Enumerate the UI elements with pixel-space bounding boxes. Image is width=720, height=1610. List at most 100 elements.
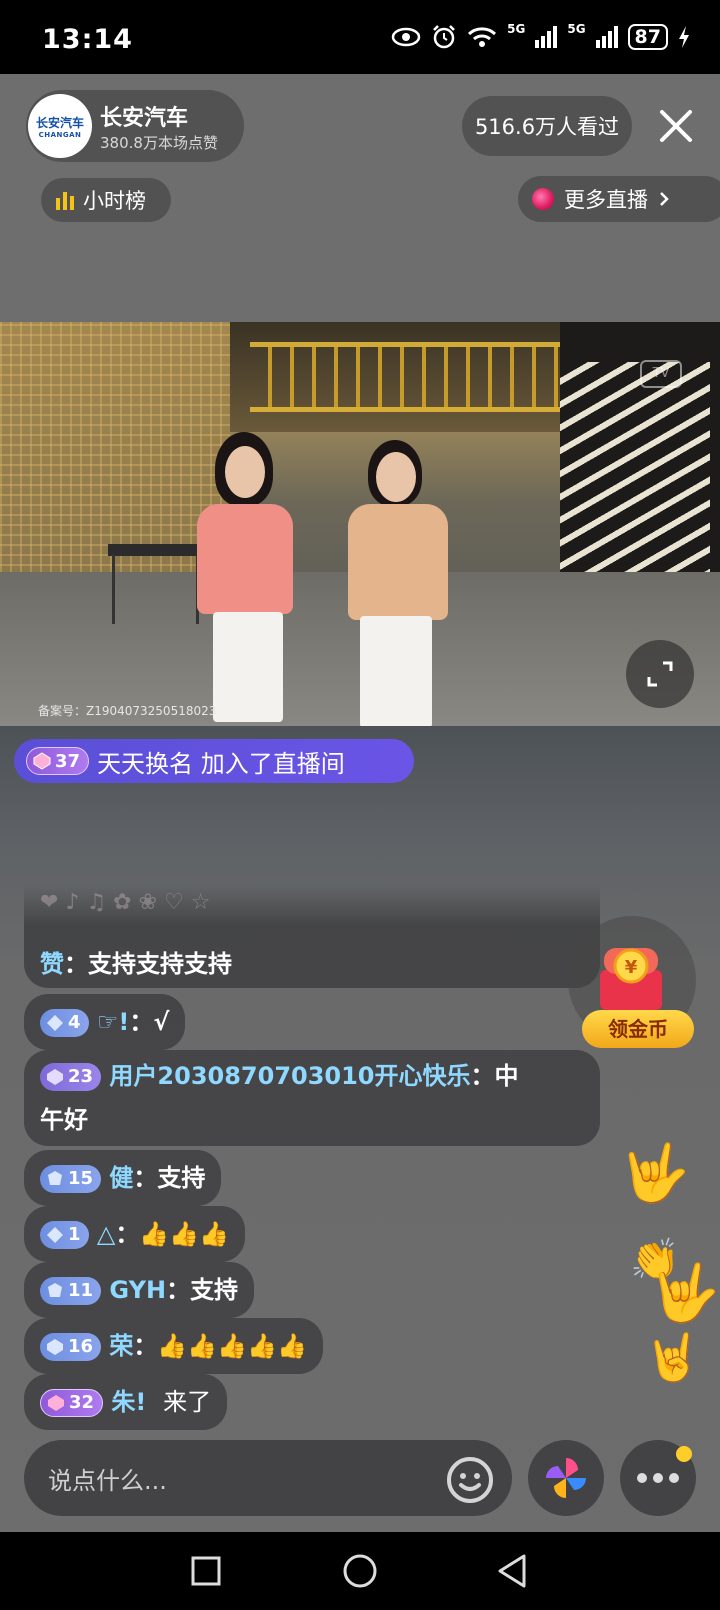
live-icon — [532, 188, 554, 210]
video-table-leg — [112, 554, 115, 624]
level-number: 4 — [68, 1012, 81, 1033]
hourly-rank-label: 小时榜 — [83, 189, 146, 213]
chat-text: 中 — [494, 1062, 519, 1090]
chat-text: √ — [153, 1008, 170, 1036]
alarm-icon — [433, 25, 456, 49]
claim-coins-button[interactable]: 领金币 — [582, 1010, 694, 1048]
more-dot-icon — [637, 1473, 647, 1483]
chat-username: 荣 — [109, 1332, 134, 1360]
triangle-back-icon — [498, 1554, 526, 1588]
level-badge: 1 — [40, 1221, 89, 1249]
level-number: 11 — [68, 1280, 94, 1301]
status-bar: 13:14 5G 5G 87 — [0, 0, 720, 74]
gem-icon — [47, 1069, 63, 1085]
diamond-icon — [47, 1015, 63, 1031]
hourly-rank-button[interactable]: 小时榜 — [41, 178, 171, 222]
close-icon[interactable] — [658, 106, 694, 146]
anchor-info[interactable]: 长安汽车 CHANGAN 长安汽车 380.8万本场点赞 — [26, 90, 244, 162]
rock-hand-icon: 🤟 — [620, 1141, 690, 1206]
chat-text: 支持支持支持 — [88, 950, 232, 978]
gem-icon — [47, 1339, 63, 1355]
chat-message[interactable]: 4 ☞!：√ — [24, 994, 186, 1050]
diamond-icon — [47, 1227, 63, 1243]
fullscreen-button[interactable] — [626, 640, 694, 708]
eye-icon — [391, 27, 421, 47]
rock-hand-icon: 🤘 — [644, 1330, 702, 1384]
chat-text: 来了 — [163, 1388, 212, 1416]
level-badge: 16 — [40, 1333, 102, 1361]
video-railing — [250, 342, 570, 412]
chat-username: ☞! — [96, 1008, 130, 1036]
chat-text: 👍👍👍 — [139, 1220, 230, 1248]
chat-text: 👍👍👍👍👍 — [157, 1332, 307, 1360]
faded-chat-text: ❤ ♪ ♫ ✿ ❀ ♡ ☆ — [40, 890, 211, 915]
join-text: 天天换名 加入了直播间 — [97, 749, 345, 778]
avatar[interactable]: 长安汽车 CHANGAN — [28, 94, 92, 158]
chat-text-line2: 午好 — [40, 1106, 88, 1134]
more-live-label: 更多直播 — [564, 188, 648, 212]
more-dot-icon — [669, 1473, 679, 1483]
viewer-count[interactable]: 516.6万人看过 — [462, 96, 632, 156]
level-number: 32 — [69, 1392, 95, 1413]
level-number: 1 — [68, 1224, 81, 1245]
home-button[interactable] — [320, 1532, 400, 1610]
chevron-right-icon — [660, 192, 669, 206]
anchor-name: 长安汽车 — [100, 106, 189, 131]
join-banner: 37 天天换名 加入了直播间 — [14, 739, 414, 783]
signal-icon — [535, 26, 558, 48]
level-number: 15 — [68, 1168, 94, 1189]
floating-reactions: 🤟 👏 🤟 🤘 — [620, 1140, 720, 1410]
system-nav-bar — [0, 1532, 720, 1610]
chat-message[interactable]: 32 朱! 来了 — [24, 1374, 228, 1430]
video-stairs — [560, 362, 710, 602]
recent-apps-button[interactable] — [166, 1532, 246, 1610]
circle-icon — [343, 1554, 377, 1588]
battery-indicator: 87 — [627, 24, 668, 50]
chat-message[interactable]: 赞：支持支持支持 — [24, 936, 248, 992]
gem-icon — [48, 1395, 64, 1411]
chat-username: 用户2030870703010开心快乐 — [109, 1062, 471, 1090]
emoji-icon[interactable] — [446, 1456, 494, 1504]
avatar-logo-en: CHANGAN — [38, 130, 82, 139]
chat-username: △ — [96, 1220, 116, 1248]
comment-placeholder: 说点什么... — [48, 1466, 167, 1495]
chat-username: 健 — [109, 1164, 134, 1192]
signal-icon-2 — [595, 26, 618, 48]
live-video[interactable] — [0, 322, 720, 726]
tv-logo: TV — [640, 360, 682, 388]
record-number: 备案号：Z1904073250518023 — [38, 704, 217, 718]
back-button[interactable] — [472, 1532, 552, 1610]
status-time: 13:14 — [42, 24, 133, 55]
chat-message[interactable]: 16 荣：👍👍👍👍👍 — [24, 1318, 323, 1374]
gem-icon — [33, 752, 51, 770]
notification-dot — [676, 1446, 692, 1462]
pinwheel-button[interactable] — [528, 1440, 604, 1516]
square-icon — [191, 1556, 221, 1586]
chat-message[interactable]: 11 GYH：支持 — [24, 1262, 255, 1318]
treasure-chest-icon[interactable]: ¥ — [594, 944, 668, 1014]
svg-text:¥: ¥ — [625, 957, 638, 978]
level-badge: 32 — [40, 1389, 104, 1417]
level-number: 37 — [55, 750, 81, 772]
video-table — [108, 544, 204, 556]
level-badge: 4 — [40, 1009, 89, 1037]
chat-username: 赞 — [40, 950, 64, 978]
chat-username: 朱! — [111, 1388, 147, 1416]
network-label-2: 5G — [567, 22, 586, 36]
rock-hand-icon: 🤟 — [650, 1261, 720, 1326]
more-live-button[interactable]: 更多直播 — [518, 176, 720, 222]
anchor-likes: 380.8万本场点赞 — [100, 134, 218, 152]
chat-message[interactable]: 15 健：支持 — [24, 1150, 222, 1206]
chat-message[interactable]: 23 用户2030870703010开心快乐：中 午好 — [24, 1050, 600, 1146]
wifi-icon — [468, 27, 497, 47]
comment-input[interactable]: 说点什么... — [24, 1440, 512, 1516]
shield-gem-icon — [48, 1171, 62, 1185]
bar-chart-icon — [56, 192, 74, 210]
level-badge: 23 — [40, 1063, 102, 1091]
expand-icon — [647, 661, 673, 687]
charging-icon — [679, 26, 689, 48]
pinwheel-icon — [546, 1458, 586, 1498]
chat-text: 支持 — [157, 1164, 206, 1192]
chat-message[interactable]: 1 △：👍👍👍 — [24, 1206, 246, 1262]
network-label-1: 5G — [507, 22, 526, 36]
